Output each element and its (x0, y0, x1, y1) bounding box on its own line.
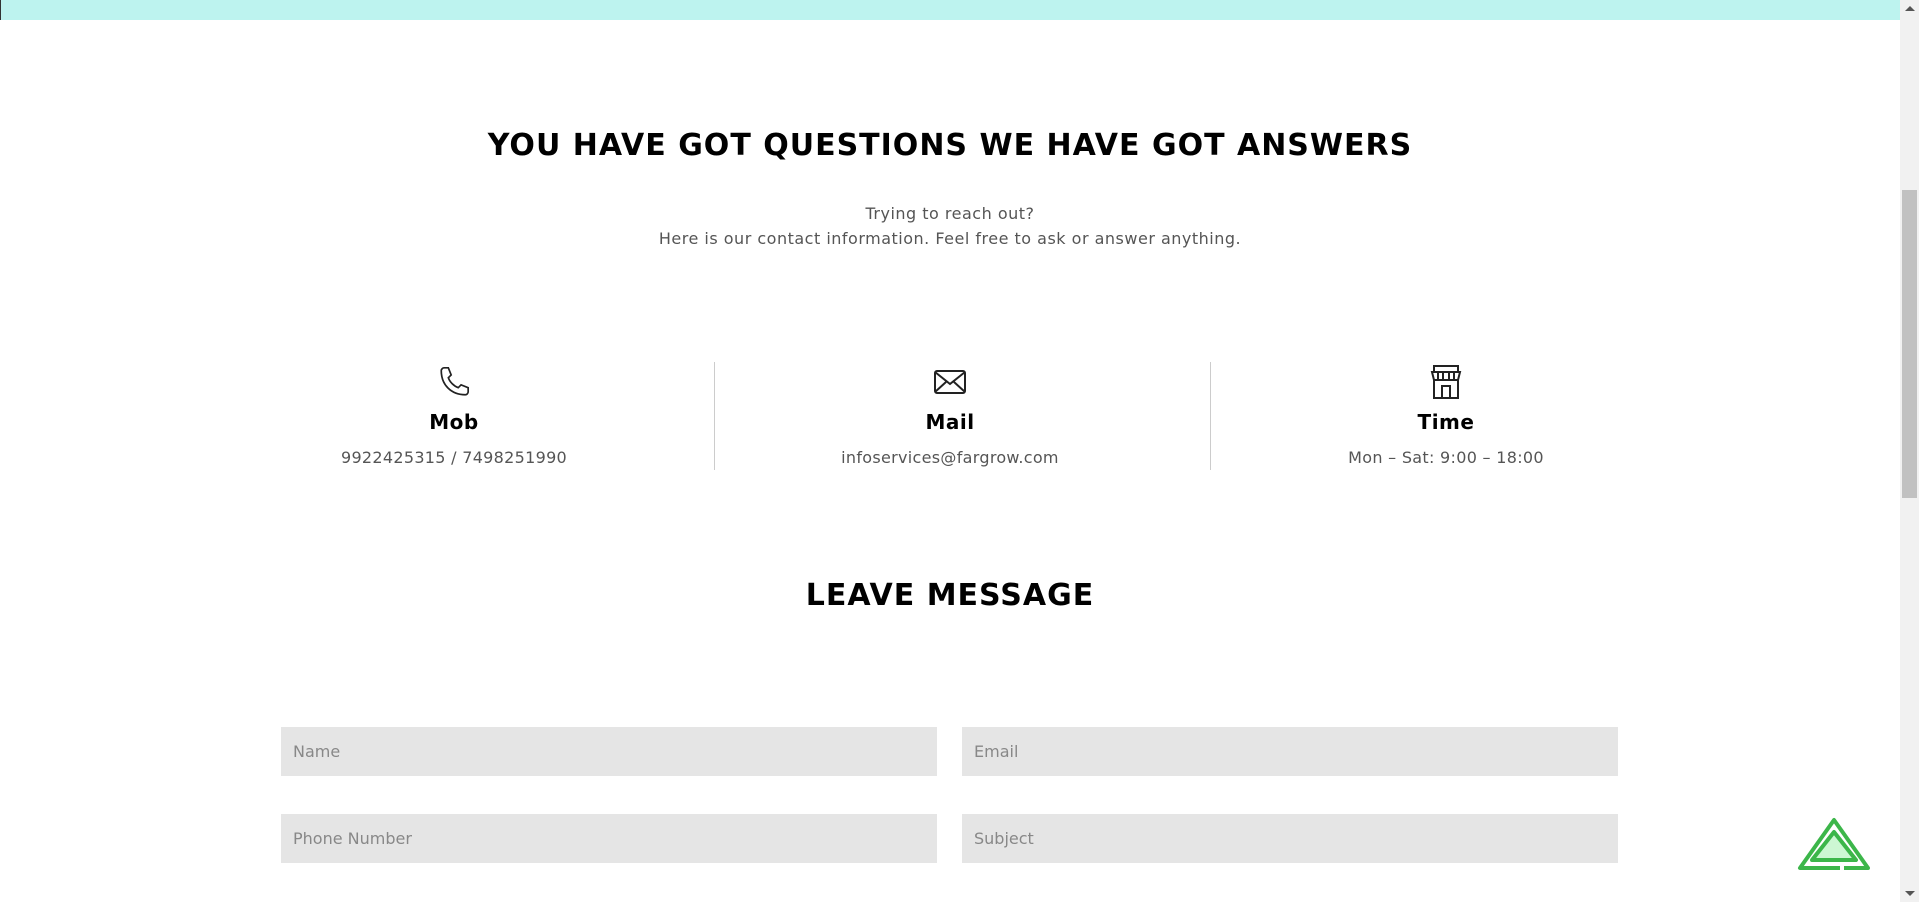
contact-value: Mon – Sat: 9:00 – 18:00 (1348, 448, 1544, 467)
contact-label: Mob (429, 410, 479, 434)
subject-input[interactable] (962, 814, 1618, 863)
mail-icon (702, 362, 1198, 402)
phone-icon (206, 362, 702, 402)
contact-value: 9922425315 / 7498251990 (340, 448, 568, 467)
subtitle-line2: Here is our contact information. Feel fr… (658, 229, 1242, 248)
page-title: YOU HAVE GOT QUESTIONS WE HAVE GOT ANSWE… (487, 128, 1413, 163)
scroll-down-icon[interactable] (1905, 891, 1915, 896)
contact-label: Mail (925, 410, 975, 434)
contact-value: infoservices@fargrow.com (841, 448, 1059, 467)
contact-time: Time Mon – Sat: 9:00 – 18:00 (1198, 362, 1694, 470)
scrollbar[interactable] (1900, 0, 1919, 902)
phone-input[interactable] (281, 814, 937, 863)
name-input[interactable] (281, 727, 937, 776)
contact-label: Time (1417, 410, 1475, 434)
top-band (0, 0, 1900, 20)
email-input[interactable] (962, 727, 1618, 776)
contact-mob: Mob 9922425315 / 7498251990 (206, 362, 702, 470)
store-icon (1198, 362, 1694, 402)
contact-mail: Mail infoservices@fargrow.com (702, 362, 1198, 470)
subtitle-line1: Trying to reach out? (865, 204, 1035, 223)
scroll-to-top-button[interactable] (1796, 810, 1876, 876)
leave-message-title: LEAVE MESSAGE (805, 578, 1095, 613)
scroll-up-icon[interactable] (1905, 6, 1915, 11)
scrollbar-thumb[interactable] (1902, 190, 1917, 498)
triangle-logo-icon (1798, 818, 1870, 870)
